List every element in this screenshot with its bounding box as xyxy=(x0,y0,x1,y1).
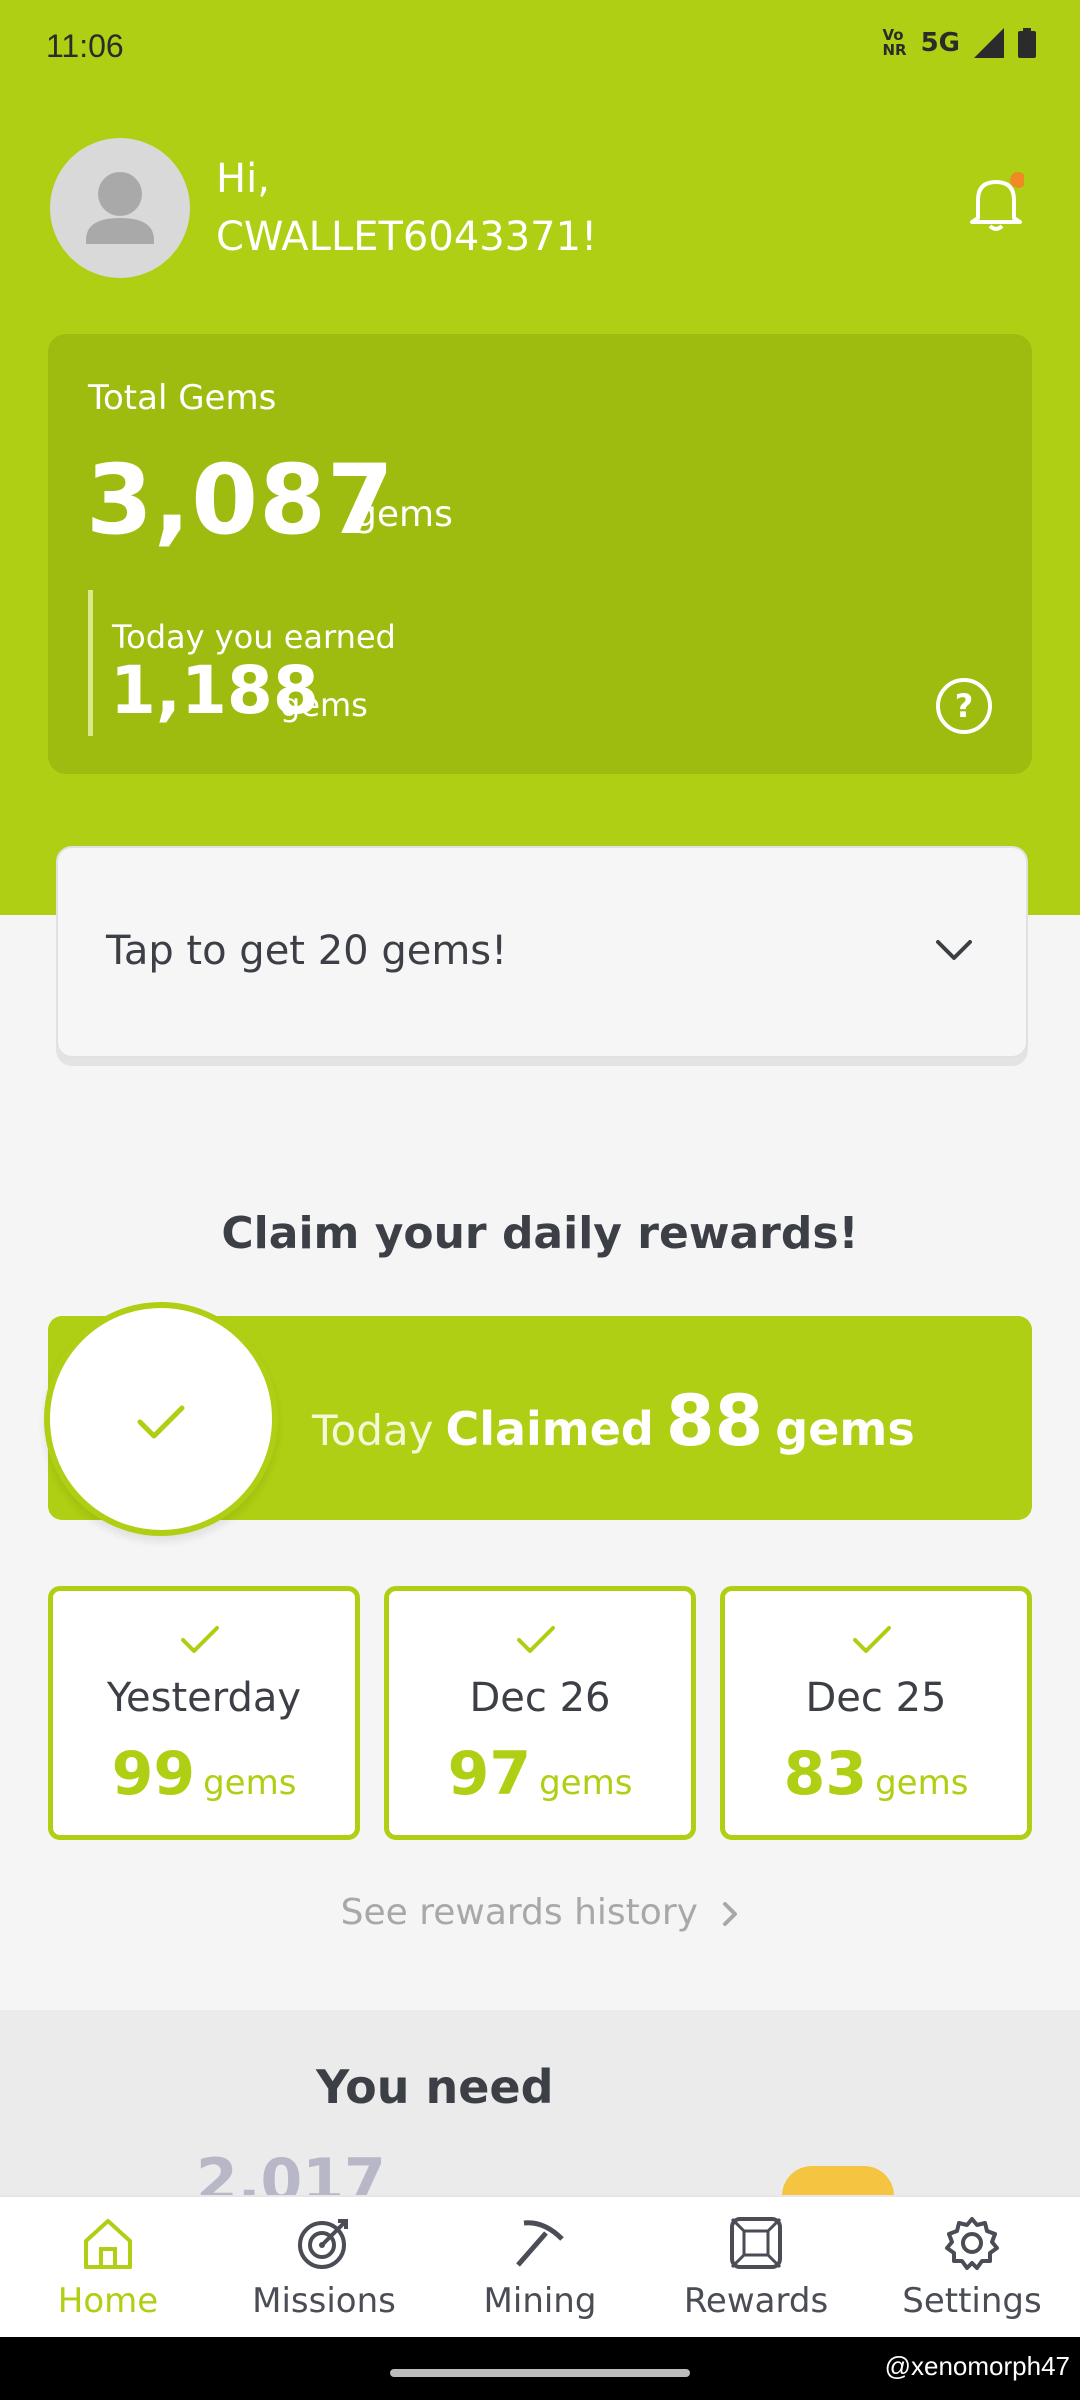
today-earned-unit: gems xyxy=(280,686,368,724)
you-need-title: You need xyxy=(316,2060,554,2114)
nav-rewards[interactable]: Rewards xyxy=(648,2215,864,2321)
chevron-down-icon[interactable] xyxy=(934,936,974,966)
bottom-nav: Home Missions Mining Rewards Settings xyxy=(0,2195,1080,2339)
nav-mining[interactable]: Mining xyxy=(432,2215,648,2321)
nav-settings[interactable]: Settings xyxy=(864,2215,1080,2321)
nav-missions[interactable]: Missions xyxy=(216,2215,432,2321)
check-icon xyxy=(137,1405,185,1439)
network-type: 5G xyxy=(920,28,960,58)
watermark: @xenomorph47 xyxy=(884,2351,1070,2381)
gear-icon xyxy=(945,2217,999,2270)
status-time: 11:06 xyxy=(46,28,124,64)
signal-icon xyxy=(974,28,1004,58)
bell-icon xyxy=(970,172,1026,231)
home-icon xyxy=(84,2219,132,2269)
rewards-history-link[interactable]: See rewards history xyxy=(0,1892,1080,1933)
total-gems-label: Total Gems xyxy=(88,378,277,418)
volte-icon: Vo NR xyxy=(882,26,907,59)
tap-gems-card[interactable]: Tap to get 20 gems! xyxy=(56,846,1028,1058)
total-gems-value: 3,087 xyxy=(86,444,395,556)
reward-day-card: Yesterday 99 gems xyxy=(48,1586,360,1840)
username: CWALLET6043371! xyxy=(216,214,598,260)
today-earned-label: Today you earned xyxy=(112,618,396,656)
reward-day-label: Dec 25 xyxy=(805,1675,947,1721)
check-icon xyxy=(853,1626,891,1653)
reward-day-card: Dec 25 83 gems xyxy=(720,1586,1032,1840)
claimed-label: Claimed xyxy=(445,1402,654,1456)
total-gems-card: Total Gems 3,087 gems Today you earned 1… xyxy=(48,334,1032,774)
today-claim-badge xyxy=(44,1302,278,1536)
reward-day-label: Yesterday xyxy=(106,1675,302,1721)
gem-icon xyxy=(730,2217,782,2269)
reward-day-value: 97 gems xyxy=(447,1739,633,1809)
you-need-section: You need 2,017 xyxy=(0,2010,1080,2195)
gem-coin-icon xyxy=(782,2166,894,2195)
reward-day-card: Dec 26 97 gems xyxy=(384,1586,696,1840)
battery-icon xyxy=(1018,28,1036,58)
claimed-value: 88 xyxy=(665,1380,764,1462)
target-icon xyxy=(298,2219,348,2269)
reward-day-value: 99 gems xyxy=(111,1739,297,1809)
chevron-right-icon xyxy=(723,1902,738,1926)
check-icon xyxy=(517,1626,555,1653)
help-icon[interactable]: ? xyxy=(936,678,992,734)
home-gesture-handle[interactable] xyxy=(390,2369,690,2377)
nav-home[interactable]: Home xyxy=(0,2215,216,2321)
today-label: Today xyxy=(312,1406,434,1455)
reward-day-label: Dec 26 xyxy=(469,1675,611,1721)
reward-day-value: 83 gems xyxy=(783,1739,969,1809)
check-icon xyxy=(181,1626,219,1653)
status-bar: 11:06 Vo NR 5G xyxy=(0,0,1080,96)
system-nav-bar: @xenomorph47 xyxy=(0,2337,1080,2400)
status-icons: Vo NR 5G xyxy=(882,28,1036,58)
today-claim-text: Today Claimed 88 gems xyxy=(312,1380,915,1462)
tap-gems-text: Tap to get 20 gems! xyxy=(106,928,508,974)
pickaxe-icon xyxy=(516,2220,564,2267)
you-need-value: 2,017 xyxy=(196,2146,386,2195)
user-icon xyxy=(86,172,154,244)
divider xyxy=(88,590,93,736)
greeting: Hi, CWALLET6043371! xyxy=(216,150,597,266)
notification-button[interactable] xyxy=(968,170,1026,234)
daily-rewards-title: Claim your daily rewards! xyxy=(221,1208,859,1259)
total-gems-unit: gems xyxy=(354,494,453,535)
greeting-hi: Hi, xyxy=(216,156,270,202)
avatar[interactable] xyxy=(50,138,190,278)
notification-dot xyxy=(1010,172,1026,188)
claimed-unit: gems xyxy=(775,1402,915,1456)
